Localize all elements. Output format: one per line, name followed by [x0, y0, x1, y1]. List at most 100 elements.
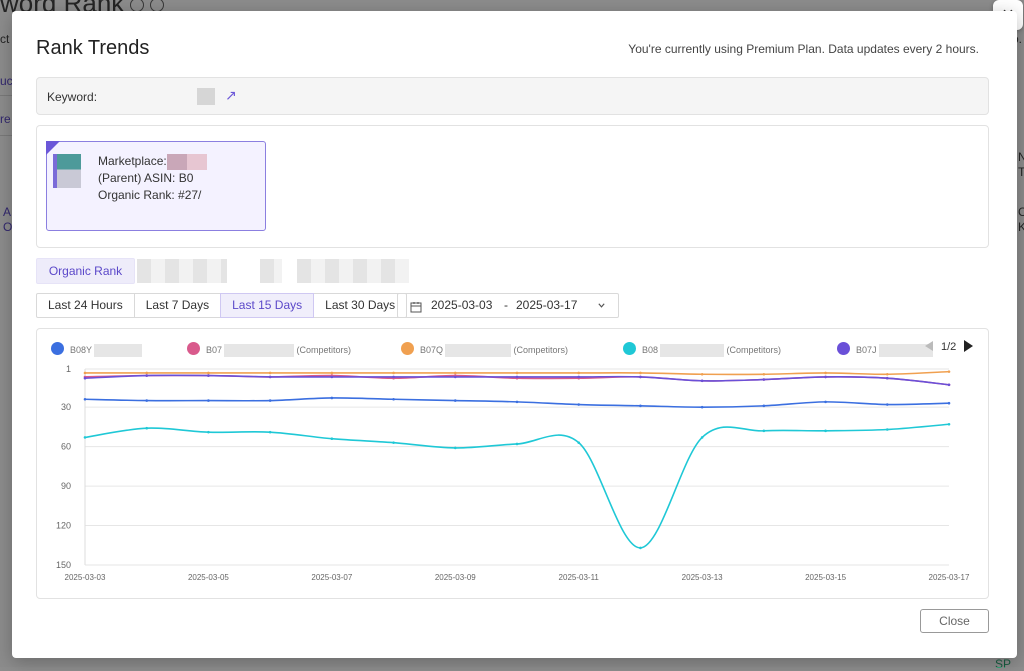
data-point: [268, 371, 272, 375]
data-point: [207, 371, 210, 375]
x-tick-label: 2025-03-11: [559, 573, 600, 582]
time-range-group: Last 24 Hours Last 7 Days Last 15 Days L…: [36, 293, 408, 318]
data-point: [515, 371, 519, 375]
tab-organic-rank[interactable]: Organic Rank: [36, 258, 135, 284]
data-point: [392, 371, 395, 375]
x-tick-label: 2025-03-17: [929, 573, 970, 582]
date-start: 2025-03-03: [431, 298, 493, 312]
y-tick-label: 150: [56, 560, 71, 570]
chevron-down-icon: [597, 294, 606, 317]
data-point: [392, 397, 395, 401]
y-tick-label: 1: [66, 364, 71, 374]
data-point: [145, 374, 149, 377]
x-tick-label: 2025-03-15: [805, 573, 846, 582]
data-point: [577, 375, 581, 379]
data-point: [207, 399, 210, 402]
tab-redacted[interactable]: [137, 259, 227, 283]
chart-plot: 1 30 60 90 120 150 2025-03-03 2025-03-05 2025-03…: [56, 364, 970, 582]
marketplace-flag-redacted: [166, 153, 207, 170]
range-last-30-days[interactable]: Last 30 Days: [313, 293, 408, 318]
organic-rank-value: Organic Rank: #27/: [98, 188, 202, 202]
data-point: [392, 441, 395, 444]
data-point: [515, 400, 519, 404]
data-point: [947, 401, 951, 405]
data-point: [700, 405, 704, 409]
data-point: [207, 430, 210, 434]
modal-title: Rank Trends: [36, 37, 150, 59]
data-point: [639, 404, 642, 408]
calendar-icon: [410, 295, 422, 318]
keyword-value-redacted: [197, 88, 215, 105]
data-point: [824, 429, 827, 433]
data-point: [145, 371, 149, 375]
external-link-icon[interactable]: ↗: [225, 87, 237, 104]
data-point: [639, 546, 642, 550]
data-point: [453, 446, 457, 450]
rank-trends-modal: Rank Trends You're currently using Premi…: [12, 11, 1017, 658]
data-point: [330, 371, 334, 375]
data-point: [145, 426, 149, 430]
data-point: [824, 375, 827, 379]
data-point: [885, 372, 889, 376]
data-point: [83, 397, 87, 401]
data-point: [453, 375, 457, 379]
range-last-24-hours[interactable]: Last 24 Hours: [36, 293, 135, 318]
data-point: [700, 379, 704, 383]
data-point: [577, 403, 581, 406]
data-point: [762, 378, 766, 381]
data-point: [83, 436, 87, 439]
keyword-bar: Keyword: ↗: [36, 77, 989, 115]
data-point: [268, 399, 272, 402]
data-point: [639, 375, 642, 379]
data-point: [947, 383, 951, 387]
y-tick-label: 120: [56, 521, 71, 531]
data-point: [762, 429, 766, 433]
data-point: [577, 441, 581, 444]
data-point: [639, 371, 642, 375]
data-point: [268, 375, 272, 379]
data-point: [453, 399, 457, 402]
marketplace-label: Marketplace:: [98, 154, 167, 168]
selected-check-icon: [46, 141, 60, 155]
data-point: [947, 422, 951, 426]
date-end: 2025-03-17: [516, 298, 578, 312]
data-point: [824, 371, 827, 375]
asin-selector: Marketplace: (Parent) ASIN: B0 Organic R…: [36, 125, 989, 248]
date-range-picker[interactable]: 2025-03-03 - 2025-03-17: [397, 293, 619, 318]
data-point: [885, 376, 889, 380]
data-point: [577, 371, 581, 375]
close-button[interactable]: Close: [920, 609, 989, 633]
product-thumbnail: [53, 154, 81, 188]
data-point: [207, 374, 210, 377]
data-point: [824, 400, 827, 404]
x-tick-label: 2025-03-05: [188, 573, 229, 582]
data-point: [83, 376, 87, 380]
range-last-7-days[interactable]: Last 7 Days: [133, 293, 222, 318]
data-point: [268, 430, 272, 434]
data-point: [515, 442, 519, 446]
x-tick-label: 2025-03-09: [435, 573, 476, 582]
data-point: [762, 372, 766, 376]
x-tick-label: 2025-03-03: [65, 573, 106, 582]
data-point: [330, 396, 334, 400]
x-tick-label: 2025-03-07: [311, 573, 352, 582]
data-point: [392, 375, 395, 379]
data-point: [83, 371, 87, 375]
parent-asin: (Parent) ASIN: B0: [98, 171, 194, 185]
y-tick-label: 30: [61, 402, 71, 412]
range-last-15-days[interactable]: Last 15 Days: [220, 293, 315, 318]
date-separator: -: [504, 298, 508, 312]
asin-card[interactable]: Marketplace: (Parent) ASIN: B0 Organic R…: [46, 141, 266, 231]
data-point: [700, 372, 704, 376]
data-point: [885, 403, 889, 406]
x-tick-label: 2025-03-13: [682, 573, 723, 582]
keyword-label: Keyword:: [47, 90, 98, 104]
data-point: [145, 399, 149, 402]
tab-redacted[interactable]: [297, 259, 409, 283]
tab-redacted[interactable]: [260, 259, 282, 283]
data-point: [330, 375, 334, 379]
rank-chart: B08Y B07 (Competitors) B07Q (Competitors) B…: [36, 328, 989, 599]
y-tick-label: 60: [61, 442, 71, 452]
data-point: [700, 436, 704, 439]
data-point: [453, 371, 457, 375]
